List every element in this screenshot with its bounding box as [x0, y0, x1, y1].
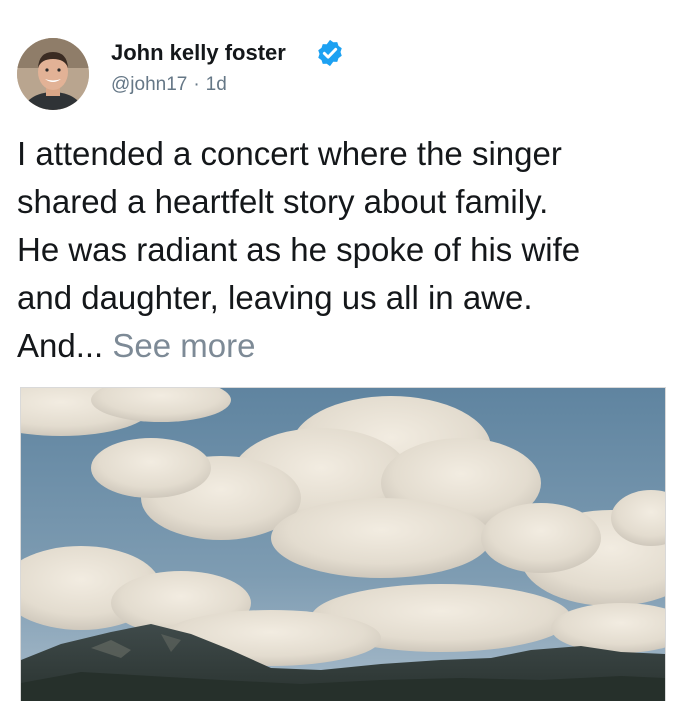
tweet-text-line: and daughter, leaving us all in awe.: [17, 279, 533, 316]
see-more-link[interactable]: See more: [112, 327, 255, 364]
tweet-text-line: He was radiant as he spoke of his wife: [17, 231, 581, 268]
meta-separator: ·: [193, 74, 200, 95]
tweet-text-truncated: And...: [17, 327, 104, 364]
display-name[interactable]: John kelly foster: [111, 40, 286, 66]
tweet-text-line: shared a heartfelt story about family.: [17, 183, 549, 220]
author-handle[interactable]: @john17: [111, 74, 187, 95]
tweet-timestamp[interactable]: 1d: [206, 74, 227, 95]
avatar[interactable]: [17, 38, 89, 110]
tweet-text-last-line: And... See more: [17, 322, 687, 370]
verified-badge-icon: [315, 38, 345, 68]
avatar-photo: [17, 38, 89, 110]
landscape-photo: [21, 388, 665, 701]
tweet-media-photo[interactable]: [20, 387, 666, 701]
tweet-text: I attended a concert where the singer sh…: [17, 130, 687, 370]
tweet-text-line: I attended a concert where the singer: [17, 135, 562, 172]
tweet-meta: @john17 · 1d: [111, 74, 227, 96]
tweet-card[interactable]: John kelly foster @john17 · 1d I attended …: [0, 0, 700, 701]
